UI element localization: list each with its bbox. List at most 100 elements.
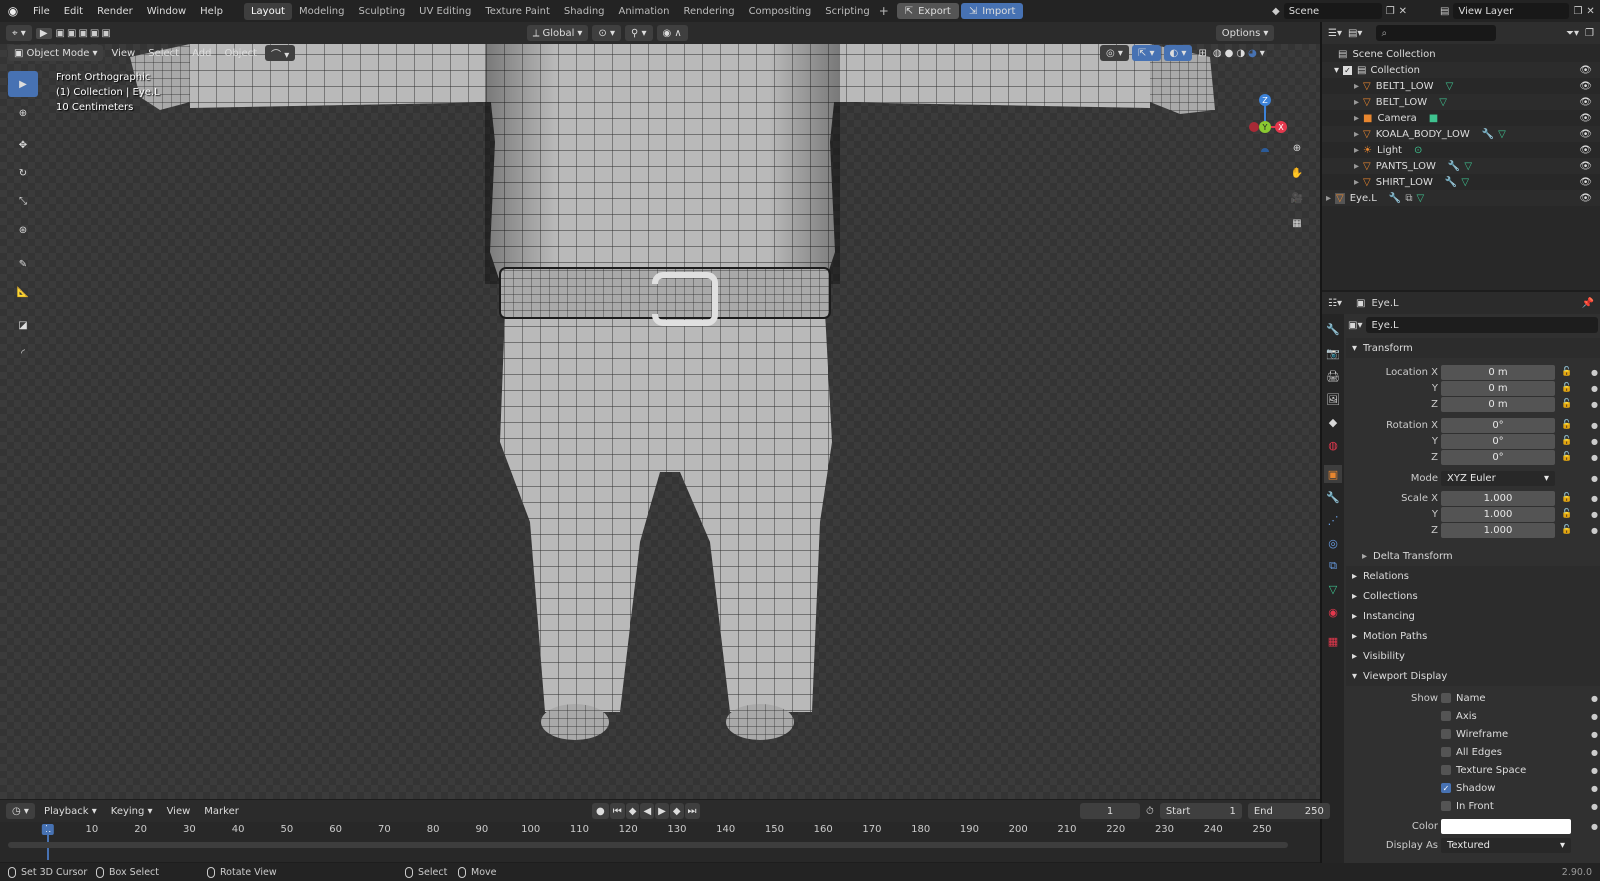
menu-window[interactable]: Window: [140, 6, 193, 17]
measure-tool[interactable]: 📐: [8, 279, 38, 305]
menu-edit[interactable]: Edit: [57, 6, 90, 17]
move-tool[interactable]: ✥: [8, 132, 38, 158]
tab-uv-editing[interactable]: UV Editing: [412, 3, 478, 20]
end-frame-field[interactable]: End 250: [1247, 803, 1330, 819]
color-swatch[interactable]: [1441, 818, 1571, 834]
menu-add[interactable]: Add: [187, 48, 216, 59]
show-axis-checkbox[interactable]: [1441, 711, 1451, 721]
visibility-eye-icon[interactable]: 👁: [1579, 161, 1592, 172]
scene-icon[interactable]: ◆: [1272, 6, 1280, 17]
rotation-z-field[interactable]: 0°: [1441, 449, 1555, 465]
transform-panel-header[interactable]: ▾ Transform: [1346, 338, 1600, 358]
visibility-eye-icon[interactable]: 👁: [1579, 177, 1592, 188]
shading-dropdown[interactable]: ▾: [1260, 48, 1265, 59]
next-keyframe-icon[interactable]: ◆: [669, 803, 684, 819]
tab-shading[interactable]: Shading: [557, 3, 612, 20]
tab-scripting[interactable]: Scripting: [818, 3, 876, 20]
start-frame-field[interactable]: Start 1: [1159, 803, 1242, 819]
outliner-item-belt1[interactable]: ▸ ▽ BELT1_LOW ▽ 👁: [1322, 78, 1600, 94]
outliner-item-belt[interactable]: ▸ ▽ BELT_LOW ▽ 👁: [1322, 94, 1600, 110]
copy-view-layer-icon[interactable]: ❐: [1573, 6, 1582, 17]
shading-wireframe-icon[interactable]: ◍: [1213, 48, 1222, 59]
world-tab-icon[interactable]: ◍: [1324, 436, 1342, 454]
constraints-tab-icon[interactable]: ⧉: [1324, 557, 1342, 575]
prev-keyframe-icon[interactable]: ◆: [625, 803, 640, 819]
tab-compositing[interactable]: Compositing: [742, 3, 819, 20]
visibility-eye-icon[interactable]: 👁: [1579, 193, 1592, 204]
visibility-panel-header[interactable]: ▸ Visibility: [1346, 646, 1600, 666]
lock-icon[interactable]: 🔓: [1561, 436, 1572, 446]
material-tab-icon[interactable]: ◉: [1324, 603, 1342, 621]
delta-transform-subpanel[interactable]: ▸ Delta Transform: [1346, 548, 1600, 564]
outliner-item-light[interactable]: ▸ ☀ Light ⊙ 👁: [1322, 142, 1600, 158]
data-tab-icon[interactable]: ▽: [1324, 580, 1342, 598]
lock-icon[interactable]: 🔓: [1561, 383, 1572, 393]
lock-icon[interactable]: 🔓: [1561, 367, 1572, 377]
show-texture-space-checkbox[interactable]: [1441, 765, 1451, 775]
select-box-tool[interactable]: ▶: [8, 71, 38, 97]
blender-logo-icon[interactable]: ◉: [0, 4, 26, 18]
tab-animation[interactable]: Animation: [612, 3, 677, 20]
transform-orientation-dropdown[interactable]: ⟂ Global ▾: [526, 25, 589, 41]
add-curve-tool[interactable]: ◜: [8, 340, 38, 366]
show-wireframe-checkbox[interactable]: [1441, 729, 1451, 739]
location-z-field[interactable]: 0 m: [1441, 396, 1555, 412]
menu-timeline-view[interactable]: View: [162, 806, 196, 817]
menu-file[interactable]: File: [26, 6, 57, 17]
outliner-item-eye-l[interactable]: ▸ ▽ Eye.L 🔧 ⧉ ▽ 👁: [1322, 190, 1600, 206]
visibility-eye-icon[interactable]: 👁: [1579, 113, 1592, 124]
scale-x-field[interactable]: 1.000: [1441, 490, 1555, 506]
character-mesh[interactable]: [0, 22, 1320, 799]
tab-layout[interactable]: Layout: [243, 2, 292, 20]
overlay-toggle[interactable]: ◐ ▾: [1163, 45, 1193, 61]
lock-icon[interactable]: 🔓: [1561, 525, 1572, 535]
relations-panel-header[interactable]: ▸ Relations: [1346, 566, 1600, 586]
menu-playback[interactable]: Playback ▾: [39, 806, 102, 817]
object-name-field[interactable]: Eye.L: [1366, 317, 1598, 333]
jump-end-icon[interactable]: ⏭: [684, 803, 700, 819]
outliner-item-pants[interactable]: ▸ ▽ PANTS_LOW 🔧 ▽ 👁: [1322, 158, 1600, 174]
render-tab-icon[interactable]: 📷: [1324, 344, 1342, 362]
menu-render[interactable]: Render: [90, 6, 140, 17]
show-all-edges-checkbox[interactable]: [1441, 747, 1451, 757]
particles-tab-icon[interactable]: ⋰: [1324, 511, 1342, 529]
lock-icon[interactable]: 🔓: [1561, 452, 1572, 462]
collections-panel-header[interactable]: ▸ Collections: [1346, 586, 1600, 606]
pan-hand-icon[interactable]: ✋: [1286, 162, 1308, 184]
add-workspace-icon[interactable]: +: [877, 4, 891, 18]
physics-tab-icon[interactable]: ◎: [1324, 534, 1342, 552]
shading-solid-icon[interactable]: ●: [1225, 48, 1234, 59]
display-mode-icon[interactable]: ▤▾: [1348, 28, 1362, 39]
lock-icon[interactable]: 🔓: [1561, 493, 1572, 503]
stopwatch-icon[interactable]: ⏱: [1146, 806, 1154, 817]
tab-texture-paint[interactable]: Texture Paint: [478, 3, 557, 20]
outliner-item-camera[interactable]: ▸ ■ Camera ■ 👁: [1322, 110, 1600, 126]
view-layer-tab-icon[interactable]: 🖼: [1324, 390, 1342, 408]
output-tab-icon[interactable]: 🖨: [1324, 367, 1342, 385]
modifier-tab-icon[interactable]: 🔧: [1324, 488, 1342, 506]
timeline-scrollbar[interactable]: [8, 842, 1288, 848]
object-tab-icon[interactable]: ▣: [1324, 465, 1342, 483]
scale-z-field[interactable]: 1.000: [1441, 522, 1555, 538]
options-dropdown[interactable]: Options ▾: [1215, 25, 1275, 41]
menu-help[interactable]: Help: [193, 6, 230, 17]
3d-viewport[interactable]: ⌖ ▾ ▶ ▣▣▣▣▣ ⟂ Global ▾ ⊙ ▾ ⚲ ▾ ◉ ∧ Options…: [0, 22, 1320, 799]
display-as-dropdown[interactable]: Textured ▾: [1441, 837, 1571, 853]
visibility-eye-icon[interactable]: 👁: [1579, 97, 1592, 108]
location-y-field[interactable]: 0 m: [1441, 380, 1555, 396]
play-icon[interactable]: ▶: [655, 803, 669, 819]
gizmo-toggle[interactable]: ⇱ ▾: [1131, 45, 1161, 61]
properties-editor-icon[interactable]: ☷▾: [1328, 298, 1342, 309]
delete-scene-icon[interactable]: ✕: [1399, 6, 1407, 17]
object-data-icon[interactable]: ▣▾: [1348, 320, 1362, 331]
visibility-eye-icon[interactable]: 👁: [1579, 145, 1592, 156]
menu-object[interactable]: Object: [219, 48, 262, 59]
play-reverse-icon[interactable]: ◀: [640, 803, 655, 819]
pin-icon[interactable]: 📌: [1582, 298, 1594, 309]
shading-material-icon[interactable]: ◑: [1236, 48, 1245, 59]
menu-marker[interactable]: Marker: [199, 806, 244, 817]
show-in-front-checkbox[interactable]: [1441, 801, 1451, 811]
cursor-tool[interactable]: ⊕: [8, 100, 38, 126]
timeline-editor-icon[interactable]: ◷ ▾: [6, 803, 35, 819]
transform-tool[interactable]: ⊛: [8, 217, 38, 243]
